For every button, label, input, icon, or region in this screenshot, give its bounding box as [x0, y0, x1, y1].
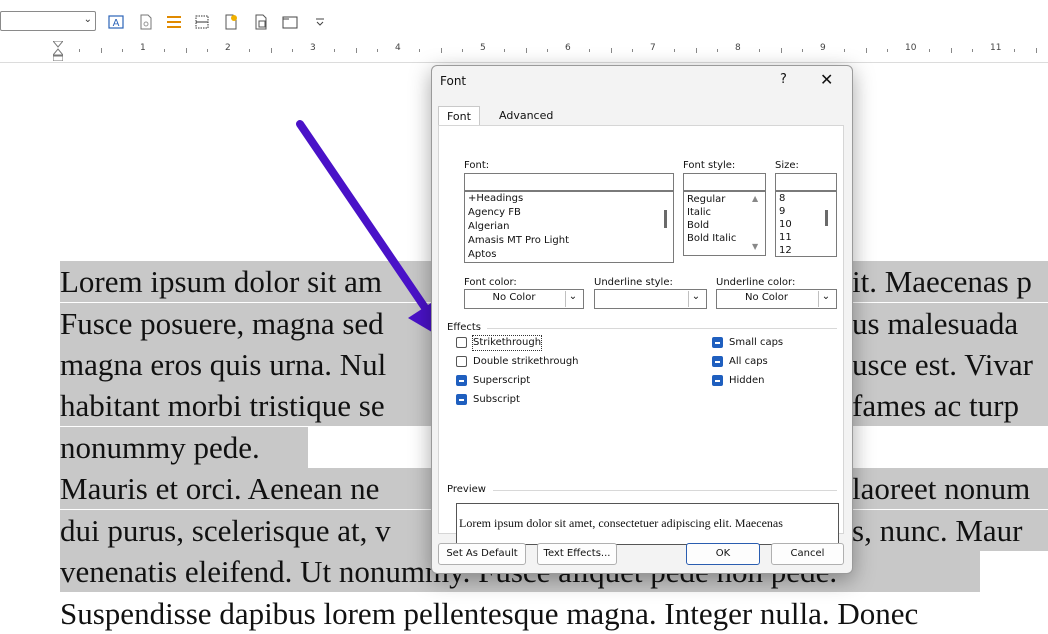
preview-heading: Preview [447, 484, 486, 495]
font-style-input[interactable] [683, 173, 766, 191]
font-color-select[interactable]: No Color ⌄ [464, 289, 584, 309]
underline-style-label: Underline style: [594, 277, 673, 288]
preview-box: Lorem ipsum dolor sit amet, consectetuer… [456, 503, 839, 545]
list-item[interactable]: 12 [779, 245, 792, 256]
list-item[interactable]: 9 [779, 206, 785, 217]
chevron-down-icon: ⌄ [565, 291, 580, 307]
list-item[interactable]: 10 [779, 219, 792, 230]
checkbox-mixed-icon[interactable] [456, 394, 467, 405]
list-item[interactable]: Agency FB [468, 207, 521, 218]
tab-advanced[interactable]: Advanced [491, 106, 561, 126]
checkbox-mixed-icon[interactable] [712, 356, 723, 367]
font-color-label: Font color: [464, 277, 517, 288]
set-as-default-button[interactable]: Set As Default [438, 543, 526, 565]
font-dialog: Font ? ✕ Font Advanced Font: +Headings A… [431, 65, 853, 574]
close-button[interactable]: ✕ [820, 70, 833, 89]
list-item[interactable]: Algerian [468, 221, 509, 232]
preview-divider [493, 490, 837, 491]
scrollbar-thumb[interactable] [664, 210, 667, 228]
underline-style-select[interactable]: ⌄ [594, 289, 707, 309]
checkbox-icon[interactable] [456, 337, 467, 348]
effects-divider [487, 328, 837, 329]
checkbox-mixed-icon[interactable] [712, 375, 723, 386]
effects-heading: Effects [447, 322, 481, 333]
underline-color-value: No Color [745, 292, 788, 303]
list-item[interactable]: +Headings [468, 193, 523, 204]
list-item[interactable]: Bold [687, 220, 709, 231]
size-label: Size: [775, 160, 799, 171]
text-effects-button[interactable]: Text Effects... [537, 543, 617, 565]
underline-color-select[interactable]: No Color ⌄ [716, 289, 837, 309]
list-item[interactable]: 11 [779, 232, 792, 243]
ok-button[interactable]: OK [686, 543, 760, 565]
help-button[interactable]: ? [780, 72, 787, 87]
font-name-list[interactable]: +Headings Agency FB Algerian Amasis MT P… [464, 191, 674, 263]
scroll-up-icon[interactable]: ▲ [752, 194, 758, 203]
list-item[interactable]: Aptos [468, 249, 496, 260]
font-name-input[interactable] [464, 173, 674, 191]
underline-color-label: Underline color: [716, 277, 796, 288]
size-input[interactable] [775, 173, 837, 191]
list-item[interactable]: 8 [779, 193, 785, 204]
checkbox-mixed-icon[interactable] [456, 375, 467, 386]
chevron-down-icon: ⌄ [818, 291, 833, 307]
dialog-title: Font [440, 74, 467, 88]
checkbox-icon[interactable] [456, 356, 467, 367]
list-item[interactable]: Regular [687, 194, 725, 205]
scroll-down-icon[interactable]: ▼ [752, 242, 758, 251]
list-item[interactable]: Italic [687, 207, 711, 218]
chevron-down-icon: ⌄ [688, 291, 703, 307]
font-label: Font: [464, 160, 490, 171]
checkbox-mixed-icon[interactable] [712, 337, 723, 348]
font-style-list[interactable]: Regular Italic Bold Bold Italic ▲ ▼ [683, 191, 766, 256]
scrollbar-thumb[interactable] [825, 210, 828, 226]
cancel-button[interactable]: Cancel [771, 543, 844, 565]
preview-text: Lorem ipsum dolor sit amet, consectetuer… [459, 516, 783, 530]
list-item[interactable]: Amasis MT Pro Light [468, 235, 569, 246]
font-tab-panel: Font: +Headings Agency FB Algerian Amasi… [438, 125, 844, 545]
tab-font[interactable]: Font [438, 106, 480, 127]
font-style-label: Font style: [683, 160, 736, 171]
list-item[interactable]: Bold Italic [687, 233, 736, 244]
size-list[interactable]: 8 9 10 11 12 [775, 191, 837, 257]
font-color-value: No Color [492, 292, 536, 303]
